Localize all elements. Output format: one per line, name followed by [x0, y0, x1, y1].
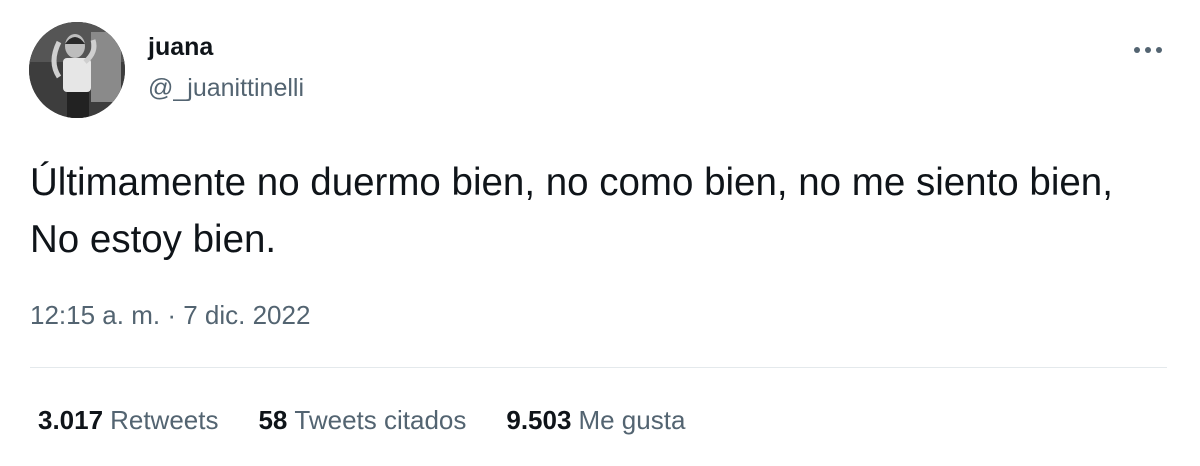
- retweets-count: 3.017: [38, 405, 104, 435]
- likes-stat[interactable]: 9.503 Me gusta: [506, 405, 685, 436]
- user-handle[interactable]: @_juanittinelli: [148, 74, 304, 103]
- divider: [30, 367, 1167, 368]
- meta-separator: ·: [167, 300, 176, 330]
- ellipsis-icon: [1156, 47, 1162, 53]
- avatar[interactable]: [29, 22, 125, 118]
- tweet-stats: 3.017 Retweets 58 Tweets citados 9.503 Me g…: [38, 405, 725, 436]
- tweet-card: juana @_juanittinelli Últimamente no due…: [0, 0, 1200, 466]
- quotes-count: 58: [258, 405, 288, 435]
- ellipsis-icon: [1134, 47, 1140, 53]
- tweet-timestamp[interactable]: 12:15 a. m. · 7 dic. 2022: [30, 300, 310, 331]
- more-options-button[interactable]: [1128, 36, 1168, 64]
- tweet-time: 12:15 a. m.: [30, 300, 161, 330]
- ellipsis-icon: [1145, 47, 1151, 53]
- likes-count: 9.503: [506, 405, 572, 435]
- retweets-label: Retweets: [110, 405, 219, 435]
- tweet-text: Últimamente no duermo bien, no como bien…: [30, 161, 1124, 261]
- display-name[interactable]: juana: [148, 33, 213, 62]
- avatar-photo: [29, 22, 125, 118]
- retweets-stat[interactable]: 3.017 Retweets: [38, 405, 218, 436]
- quotes-label: Tweets citados: [294, 405, 467, 435]
- tweet-date: 7 dic. 2022: [183, 300, 311, 330]
- likes-label: Me gusta: [578, 405, 686, 435]
- quotes-stat[interactable]: 58 Tweets citados: [258, 405, 466, 436]
